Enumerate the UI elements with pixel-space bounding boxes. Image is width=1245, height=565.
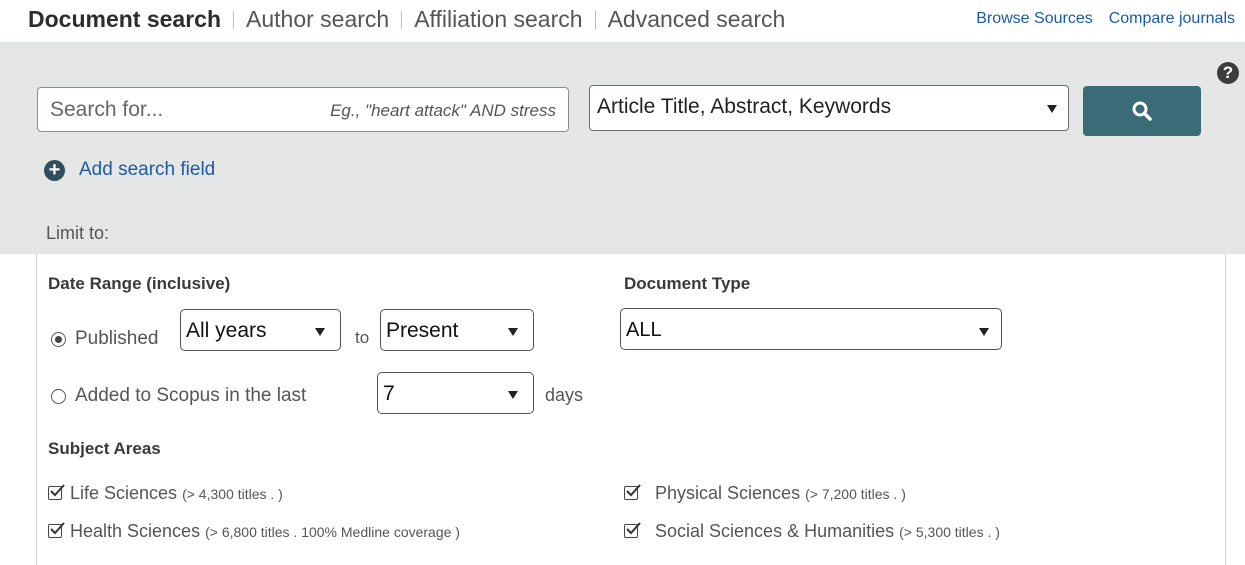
tab-advanced-search[interactable]: Advanced search [600,6,794,42]
search-field-select[interactable]: Article Title, Abstract, Keywords [589,85,1069,131]
search-icon [1132,101,1152,121]
subject-item-life-sciences: Life Sciences (> 4,300 titles . ) [70,483,283,504]
limits-section: Date Range (inclusive) Published All yea… [36,254,1226,565]
date-range-heading: Date Range (inclusive) [48,274,231,293]
search-panel: ? Eg., "heart attack" AND stress Article… [0,42,1245,254]
life-sciences-checkbox[interactable] [48,484,65,500]
subject-count: (> 4,300 titles . ) [182,486,283,502]
from-year-select[interactable]: All years [180,309,341,351]
tab-affiliation-search[interactable]: Affiliation search [406,6,590,42]
checkmark-icon [626,522,641,535]
add-search-field-button[interactable]: + Add search field [44,159,215,181]
subject-item-physical-sciences: Physical Sciences (> 7,200 titles . ) [655,483,906,504]
chevron-down-icon [508,391,518,399]
add-search-field-label: Add search field [79,159,216,180]
physical-sciences-checkbox[interactable] [624,484,641,500]
to-year-select[interactable]: Present [380,309,534,351]
limit-to-label: Limit to: [46,223,110,243]
checkmark-icon [50,522,65,535]
browse-sources-link[interactable]: Browse Sources [976,10,1093,28]
to-year-value: Present [386,319,459,342]
checkmark-icon [626,484,641,497]
days-select[interactable]: 7 [377,372,534,414]
document-type-select[interactable]: ALL [620,308,1002,350]
search-tab-bar: Document search Author search Affiliatio… [0,0,1245,45]
checkmark-icon [50,484,65,497]
chevron-down-icon [508,328,518,336]
document-type-heading: Document Type [624,274,751,293]
search-input[interactable] [38,88,568,131]
subject-item-health-sciences: Health Sciences (> 6,800 titles . 100% M… [70,521,460,542]
subject-name: Social Sciences & Humanities [655,521,895,541]
tab-author-search[interactable]: Author search [238,6,397,42]
subject-name: Life Sciences [70,483,178,503]
social-sciences-checkbox[interactable] [624,522,641,538]
search-button[interactable] [1083,86,1201,136]
published-label: Published [75,328,159,349]
subject-count: (> 7,200 titles . ) [805,486,906,502]
to-label: to [355,328,370,347]
added-to-scopus-radio[interactable] [51,389,66,404]
health-sciences-checkbox[interactable] [48,522,65,538]
published-radio[interactable] [51,332,66,347]
subject-count: (> 5,300 titles . ) [899,524,1000,540]
subject-areas-heading: Subject Areas [48,439,161,458]
help-icon[interactable]: ? [1217,62,1239,84]
subject-name: Health Sciences [70,521,201,541]
search-field-value: Article Title, Abstract, Keywords [597,95,892,118]
days-value: 7 [383,382,395,405]
chevron-down-icon [1047,105,1057,113]
tab-separator [233,11,235,29]
tab-separator [401,11,403,29]
tab-separator [594,11,596,29]
search-tabs: Document search Author search Affiliatio… [28,6,793,45]
chevron-down-icon [315,328,325,336]
top-links: Browse Sources Compare journals [976,10,1235,28]
chevron-down-icon [979,328,989,336]
compare-journals-link[interactable]: Compare journals [1109,10,1235,28]
from-year-value: All years [186,319,267,342]
document-type-value: ALL [626,319,662,341]
plus-circle-icon: + [44,159,65,181]
tab-document-search[interactable]: Document search [28,6,230,45]
search-box: Eg., "heart attack" AND stress [37,87,569,132]
subject-name: Physical Sciences [655,483,801,503]
days-label: days [545,385,584,405]
subject-count: (> 6,800 titles . 100% Medline coverage … [205,524,460,540]
added-to-scopus-label: Added to Scopus in the last [75,385,307,406]
subject-item-social-sciences: Social Sciences & Humanities (> 5,300 ti… [655,521,1000,542]
